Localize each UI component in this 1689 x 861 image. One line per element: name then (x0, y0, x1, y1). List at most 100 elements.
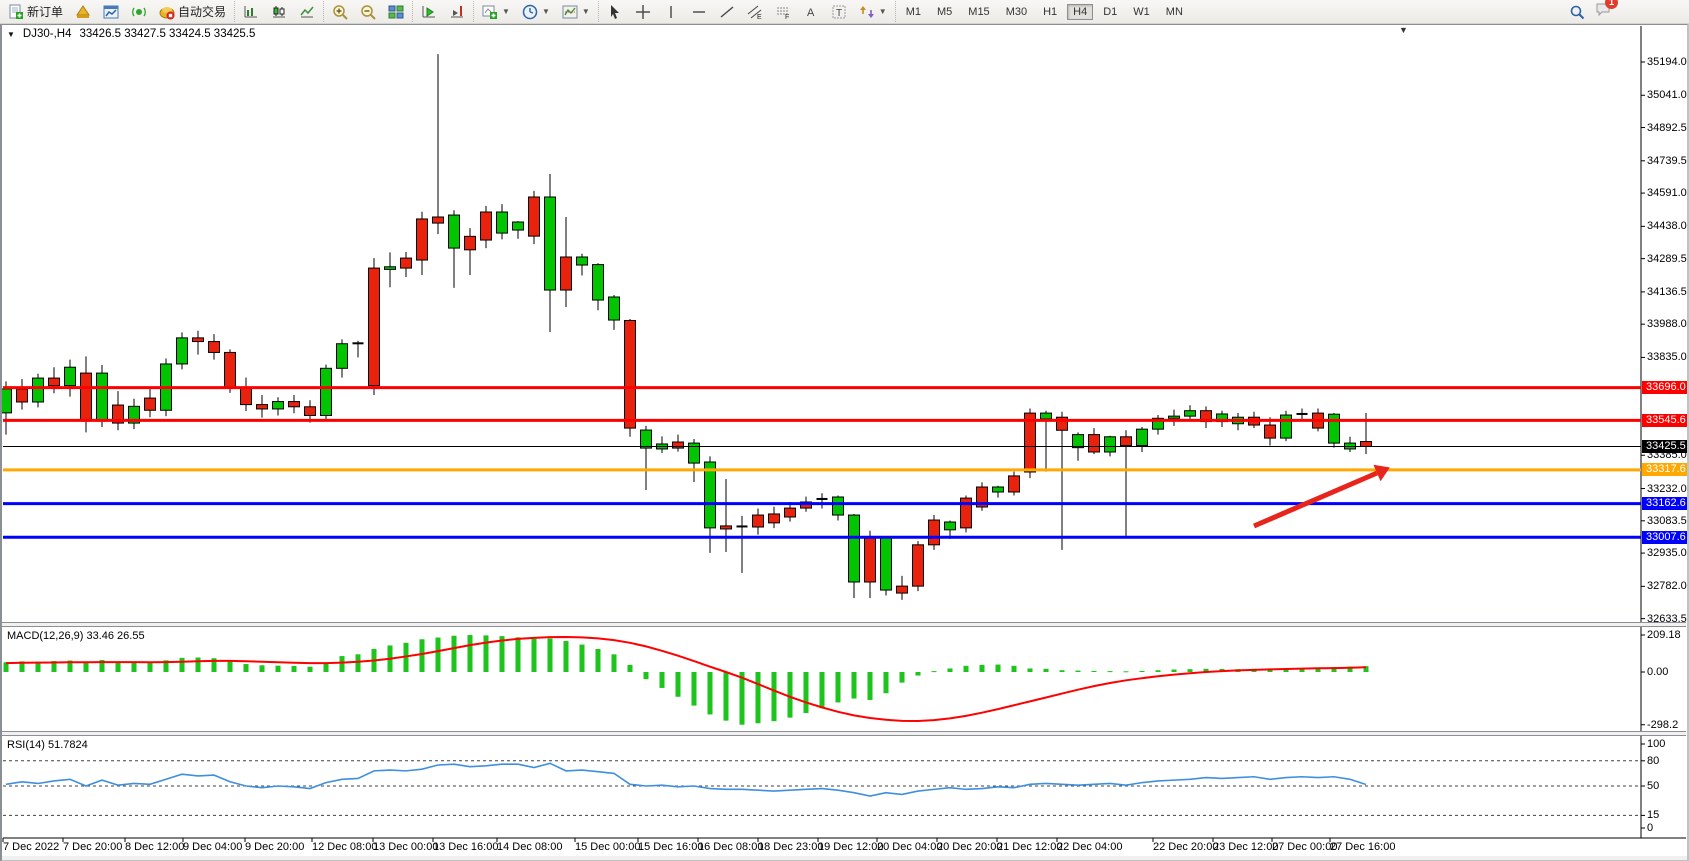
chevron-down-icon[interactable]: ▼ (879, 7, 887, 16)
tf-m30-button[interactable]: M30 (1000, 4, 1033, 20)
chart-upload-button[interactable] (99, 2, 123, 22)
candle-body (1, 389, 12, 413)
line-chart-button[interactable] (295, 2, 319, 22)
macd-histogram-bar (116, 662, 121, 672)
macd-histogram-bar (948, 668, 953, 672)
gold-button[interactable] (71, 2, 95, 22)
add-indicator-icon (482, 4, 498, 20)
tf-d1-button[interactable]: D1 (1097, 4, 1123, 20)
macd-histogram-bar (692, 672, 697, 706)
macd-histogram-bar (1172, 670, 1177, 672)
auto-trade-button[interactable]: 自动交易 (155, 1, 230, 22)
add-indicator-button[interactable]: ▼ (478, 2, 514, 22)
macd-histogram-bar (1028, 668, 1033, 672)
tile-windows-button[interactable] (384, 2, 408, 22)
macd-axis-label: -298.2 (1647, 719, 1678, 731)
bar-chart-button[interactable] (239, 2, 263, 22)
candle-body (1137, 429, 1148, 445)
tf-m1-button[interactable]: M1 (900, 4, 927, 20)
time-axis-label: 20 Dec 20:00 (937, 841, 1002, 853)
trendline-button[interactable] (715, 2, 739, 22)
candle-body (1009, 476, 1020, 492)
tf-m5-button[interactable]: M5 (931, 4, 958, 20)
drawing-group: E F A T ▼ (598, 1, 895, 22)
time-axis-label: 8 Dec 12:00 (125, 841, 184, 853)
candle-body (1105, 437, 1116, 452)
crosshair-button[interactable] (631, 2, 655, 22)
new-order-button[interactable]: 新订单 (4, 1, 67, 22)
candle-body (1329, 414, 1340, 443)
macd-histogram-bar (180, 658, 185, 672)
candle-body (65, 367, 76, 385)
tf-h4-button[interactable]: H4 (1067, 4, 1093, 20)
chart-canvas[interactable] (0, 23, 1689, 861)
rsi-indicator-label: RSI(14) 51.7824 (7, 739, 88, 751)
text-icon: A (803, 4, 819, 20)
trendline-icon (719, 4, 735, 20)
templates-button[interactable]: ▼ (558, 2, 594, 22)
auto-scroll-button[interactable] (417, 2, 441, 22)
candle-body (97, 373, 108, 421)
candlestick-button[interactable] (267, 2, 291, 22)
price-level-badge: 33317.6 (1642, 463, 1689, 476)
zoom-in-icon (332, 4, 348, 20)
tf-w1-button[interactable]: W1 (1127, 4, 1156, 20)
macd-histogram-bar (980, 665, 985, 672)
tf-m15-button[interactable]: M15 (962, 4, 995, 20)
fibonacci-button[interactable]: F (771, 2, 795, 22)
candle-body (209, 342, 220, 353)
time-axis-label: 21 Dec 12:00 (997, 841, 1062, 853)
vertical-line-button[interactable] (659, 2, 683, 22)
price-axis-label: 32633.5 (1647, 613, 1687, 625)
chart-shift-button[interactable] (445, 2, 469, 22)
macd-histogram-bar (628, 665, 633, 672)
time-axis-label: 22 Dec 04:00 (1057, 841, 1122, 853)
zoom-in-button[interactable] (328, 2, 352, 22)
equidistant-channel-button[interactable]: E (743, 2, 767, 22)
arrows-button[interactable]: ▼ (855, 2, 891, 22)
tf-h1-button[interactable]: H1 (1037, 4, 1063, 20)
macd-histogram-bar (836, 672, 841, 702)
chevron-down-icon[interactable]: ▼ (542, 7, 550, 16)
time-axis-label: 16 Dec 08:00 (698, 841, 763, 853)
cursor-button[interactable] (603, 2, 627, 22)
candle-body (865, 538, 876, 582)
text-button[interactable]: A (799, 2, 823, 22)
candle-body (81, 373, 92, 421)
zoom-out-button[interactable] (356, 2, 380, 22)
collapse-icon[interactable]: ▼ (7, 30, 15, 39)
candle-body (513, 222, 524, 230)
macd-histogram-bar (1140, 671, 1145, 672)
svg-text:T: T (836, 8, 842, 19)
chevron-down-icon[interactable]: ▼ (502, 7, 510, 16)
gold-icon (75, 4, 91, 20)
candle-body (465, 236, 476, 249)
candle-body (1073, 435, 1084, 448)
periods-button[interactable]: ▼ (518, 2, 554, 22)
search-icon[interactable] (1569, 4, 1585, 20)
candle-body (1121, 437, 1132, 446)
chart-shift-marker-icon[interactable]: ▼ (1399, 25, 1408, 35)
macd-axis-label: 209.18 (1647, 629, 1681, 641)
candle-body (625, 320, 636, 428)
candle-body (177, 338, 188, 364)
price-level-badge: 33545.6 (1642, 414, 1689, 427)
rsi-axis-label: 100 (1647, 738, 1665, 750)
horizontal-line-button[interactable] (687, 2, 711, 22)
chevron-down-icon[interactable]: ▼ (582, 7, 590, 16)
macd-histogram-bar (964, 666, 969, 672)
candle-body (721, 526, 732, 529)
candle-body (785, 508, 796, 517)
candle-body (833, 497, 844, 515)
time-axis-label: 19 Dec 12:00 (818, 841, 883, 853)
notifications-button[interactable]: 1 (1595, 1, 1611, 22)
candle-body (1265, 425, 1276, 438)
macd-histogram-bar (740, 672, 745, 725)
tf-mn-button[interactable]: MN (1160, 4, 1189, 20)
text-label-button[interactable]: T (827, 2, 851, 22)
macd-histogram-bar (596, 649, 601, 672)
signal-button[interactable] (127, 2, 151, 22)
zoom-out-icon (360, 4, 376, 20)
candle-doji (737, 525, 748, 527)
svg-text:E: E (757, 14, 762, 20)
